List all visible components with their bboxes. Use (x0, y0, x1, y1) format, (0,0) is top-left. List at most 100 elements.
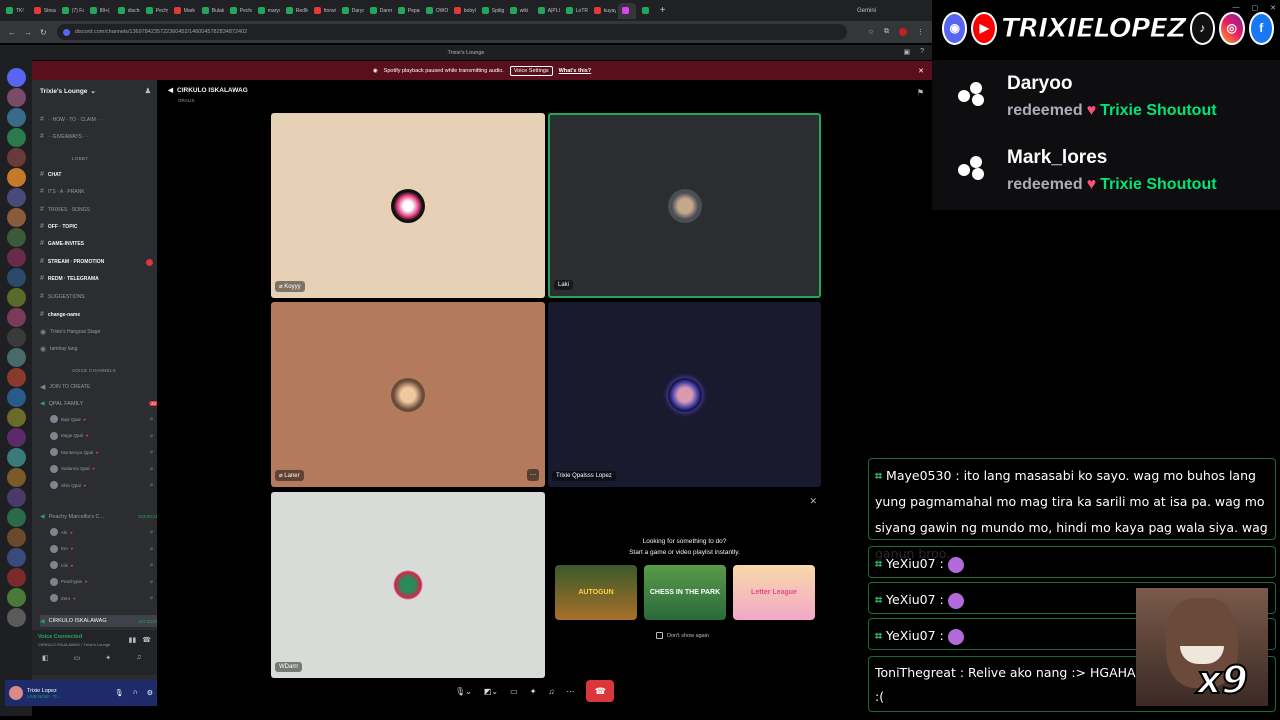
microphone-icon[interactable]: 🎙⌄ (455, 687, 472, 696)
server-icon[interactable] (7, 428, 26, 447)
server-icon[interactable] (7, 228, 26, 247)
game-card-autogun[interactable]: AUTOGUN (555, 565, 637, 620)
profile-avatar[interactable] (899, 28, 907, 36)
channel-item[interactable]: # STREAM · PROMOTION (40, 258, 104, 265)
browser-tab[interactable]: LoTR (562, 3, 588, 19)
browser-tab[interactable] (638, 3, 656, 19)
camera-icon[interactable]: ◧ (42, 654, 49, 662)
server-icon[interactable] (7, 368, 26, 387)
soundboard-icon[interactable]: ♫ (548, 687, 554, 696)
more-options-icon[interactable]: ⋯ (566, 687, 574, 696)
server-icon[interactable] (7, 348, 26, 367)
server-icon[interactable] (7, 148, 26, 167)
server-icon[interactable] (7, 108, 26, 127)
browser-tab[interactable]: A|PLI (534, 3, 560, 19)
gemini-button[interactable]: Gemini (857, 8, 876, 14)
channel-item[interactable]: # ITS · A · PRANK (40, 188, 85, 195)
server-icon[interactable] (7, 548, 26, 567)
more-options-icon[interactable]: … (527, 469, 539, 481)
browser-tab[interactable]: Bulak (198, 3, 224, 19)
browser-tab[interactable]: (7) Fa (58, 3, 84, 19)
headphones-icon[interactable]: ∩ (133, 689, 138, 697)
server-icon[interactable] (7, 588, 26, 607)
menu-icon[interactable]: ⋮ (917, 28, 924, 36)
channel-item[interactable]: ◉ Trixie's Hangout Stage (40, 328, 100, 336)
browser-tab[interactable]: OWO (422, 3, 448, 19)
url-input[interactable]: discord.com/channels/1369784235722360452… (56, 24, 847, 40)
voice-channel[interactable]: ◀ Peachy Marcellis's C... 203:09:21 (40, 513, 157, 521)
server-icon[interactable] (7, 568, 26, 587)
voice-user[interactable]: Em ♥ ⌀ (50, 544, 153, 553)
server-icon[interactable] (7, 388, 26, 407)
voice-user[interactable]: Zero ♥ ⌀ (50, 594, 153, 602)
channel-item[interactable]: ◉ tambay lang (40, 345, 77, 353)
settings-gear-icon[interactable]: ⚙ (147, 689, 153, 697)
browser-tab[interactable]: wiki (506, 3, 532, 19)
whats-this-link[interactable]: What's this? (559, 68, 591, 74)
browser-tab[interactable]: 89+| (86, 3, 112, 19)
end-call-button[interactable]: ☎ (586, 680, 615, 702)
channel-item[interactable]: # GAME-INVITES (40, 240, 84, 247)
browser-tab[interactable]: Daryo (338, 3, 364, 19)
add-member-icon[interactable]: ♟ (145, 87, 151, 95)
bookmark-icon[interactable]: ☆ (868, 28, 874, 36)
soundboard-icon[interactable]: ♫ (136, 654, 141, 662)
server-icon[interactable] (7, 528, 26, 547)
close-icon[interactable]: ✕ (918, 67, 924, 75)
channel-category[interactable]: VOICE CHANNELS (72, 368, 116, 373)
help-icon[interactable]: ? (920, 48, 924, 56)
server-icon[interactable] (7, 68, 26, 87)
browser-tab[interactable]: marys (254, 3, 280, 19)
browser-tab[interactable] (617, 2, 636, 19)
server-icon[interactable] (7, 128, 26, 147)
channel-item[interactable]: # SUGGESTIONS (40, 293, 85, 300)
dont-show-again[interactable]: Don't show again (656, 632, 709, 639)
video-tile[interactable]: ⌀ Koyyy (271, 113, 545, 298)
activities-icon[interactable]: ✦ (105, 654, 111, 662)
browser-tab[interactable]: Mark (170, 3, 196, 19)
browser-tab[interactable]: Daren (366, 3, 392, 19)
back-icon[interactable]: ← (8, 28, 16, 37)
disconnect-icon[interactable]: ☎ (142, 636, 151, 644)
reload-icon[interactable]: ↻ (40, 28, 47, 37)
video-tile[interactable]: Trixie Qpalsss Lopez (548, 302, 821, 487)
voice-settings-button[interactable]: Voice Settings (509, 65, 553, 76)
server-icon[interactable] (7, 508, 26, 527)
new-tab-icon[interactable]: + (660, 5, 666, 16)
game-card-letter-league[interactable]: Letter League (733, 565, 815, 620)
signal-icon[interactable]: ▮▮ (129, 636, 137, 644)
server-icon[interactable] (7, 248, 26, 267)
channel-item[interactable]: # TRIXIES · SONGS (40, 206, 90, 213)
browser-tab[interactable]: RedM (282, 3, 308, 19)
server-icon[interactable] (7, 208, 26, 227)
avatar[interactable] (9, 686, 23, 700)
channel-item[interactable]: # CHAT (40, 171, 61, 178)
server-icon[interactable] (7, 408, 26, 427)
voice-user[interactable]: Mage Qpal ♥ ⌀ (50, 431, 153, 440)
server-icon[interactable] (7, 288, 26, 307)
server-icon[interactable] (7, 188, 26, 207)
video-tile[interactable]: WDarrr (271, 492, 545, 678)
channel-item[interactable]: # · ·GIVEAWAYS · · (40, 133, 88, 140)
camera-off-icon[interactable]: ◩⌄ (484, 687, 498, 696)
game-card-chess[interactable]: CHESS IN THE PARK (644, 565, 726, 620)
voice-user[interactable]: Peachypie ♥ ⌀ (50, 577, 153, 586)
server-icon[interactable] (7, 608, 26, 627)
server-header[interactable]: Trixie's Lounge ⌄ ♟ (32, 80, 157, 102)
browser-tab[interactable]: Spitig (478, 3, 504, 19)
browser-tab[interactable]: Pecha (226, 3, 252, 19)
channel-item[interactable]: # · ·HOW · TO · CLAIM · · (40, 116, 102, 123)
channel-item[interactable]: # change-name (40, 311, 80, 318)
voice-user[interactable]: Shin Qpal ♥ ⌀ (50, 481, 153, 489)
browser-tab[interactable]: TK! (2, 3, 28, 19)
activities-icon[interactable]: ✦ (530, 687, 537, 696)
voice-user[interactable]: Satianna Qpal ♥ ⌀ (50, 464, 153, 473)
video-tile[interactable]: ⌀ Laner … (271, 302, 545, 487)
server-icon[interactable] (7, 308, 26, 327)
voice-channel[interactable]: ◀ CIRKULO ISKALAWAG 127:23:06 (40, 615, 157, 627)
server-icon[interactable] (7, 88, 26, 107)
server-icon[interactable] (7, 268, 26, 287)
server-icon[interactable] (7, 488, 26, 507)
extensions-icon[interactable]: ⧉ (884, 28, 889, 36)
voice-user[interactable]: Aki ♥ ⌀ (50, 528, 153, 536)
